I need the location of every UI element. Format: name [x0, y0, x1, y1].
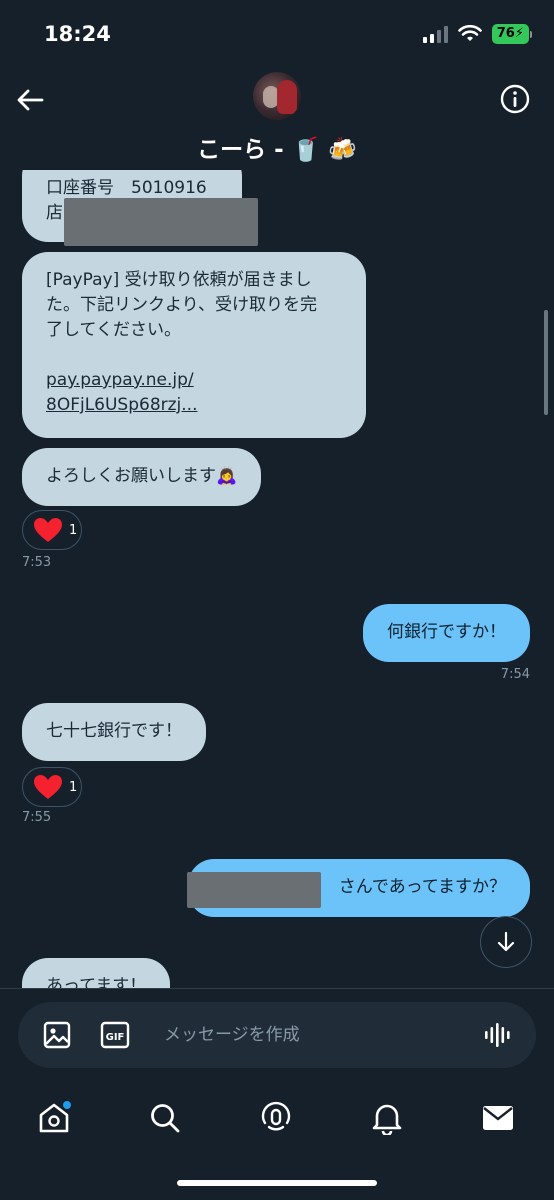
notification-dot [63, 1101, 71, 1109]
home-indicator [177, 1180, 377, 1186]
status-time: 18:24 [44, 22, 111, 46]
wifi-icon [457, 25, 482, 41]
message-list[interactable]: 口座番号 5010916 店 [PayPay] 受け取り依頼が届きまし た。下記… [0, 170, 554, 988]
contact-name[interactable]: こーら - 🥤 🍻 [0, 130, 554, 164]
heart-reaction[interactable]: 1 [22, 510, 82, 550]
voice-icon [485, 1023, 510, 1047]
heart-reaction[interactable]: 1 [22, 767, 82, 807]
search-icon [151, 1104, 180, 1133]
message-text: 了してください。 [46, 320, 181, 340]
message-composer: GIF [18, 1002, 536, 1068]
battery-icon: 76⚡ [491, 24, 532, 44]
message-timestamp: 7:53 [22, 555, 52, 570]
avatar[interactable] [253, 72, 301, 120]
tab-notifications[interactable] [367, 1098, 407, 1138]
paypay-link[interactable]: 8OFjL6USp68rzj... [46, 393, 342, 418]
scroll-to-bottom-button[interactable] [480, 916, 532, 968]
back-button[interactable] [12, 82, 48, 118]
bell-icon [372, 1104, 402, 1135]
tab-spaces[interactable] [256, 1098, 296, 1138]
gif-label: GIF [106, 1032, 125, 1043]
message-bubble-incoming[interactable]: よろしくお願いします🙇‍♀️ [22, 448, 262, 506]
status-icons: 76⚡ [422, 24, 532, 44]
redaction-block [187, 872, 321, 908]
message-bubble-outgoing[interactable]: 何銀行ですか！ [363, 604, 530, 662]
message-timestamp: 7:55 [22, 810, 52, 825]
message-text: [PayPay] 受け取り依頼が届きまし [46, 270, 312, 290]
message-text-part: 店 [46, 203, 63, 223]
message-bubble-incoming[interactable]: 七十七銀行です！ [22, 703, 206, 761]
arrow-down-icon [497, 931, 515, 952]
spaces-icon [261, 1101, 291, 1131]
heart-icon [34, 775, 62, 799]
message-text: よろしくお願いします🙇‍♀️ [46, 466, 238, 486]
message-text: あってます！ [46, 976, 147, 988]
redaction-block [64, 198, 258, 246]
image-icon [43, 1021, 71, 1049]
home-icon [39, 1101, 71, 1133]
add-gif-button[interactable]: GIF [100, 1020, 130, 1050]
info-button[interactable] [500, 84, 530, 114]
message-bubble-incoming[interactable]: [PayPay] 受け取り依頼が届きまし た。下記リンクより、受け取りを完 了し… [22, 252, 366, 438]
tab-search[interactable] [145, 1098, 185, 1138]
info-icon [500, 84, 530, 114]
reaction-count: 1 [69, 779, 78, 795]
gif-icon: GIF [100, 1021, 130, 1049]
tab-home[interactable] [34, 1098, 74, 1138]
tab-messages[interactable] [478, 1098, 518, 1138]
message-text: 七十七銀行です！ [46, 721, 182, 741]
message-text: 何銀行ですか！ [387, 622, 506, 642]
message-timestamp: 7:54 [500, 667, 530, 682]
back-arrow-icon [17, 89, 44, 111]
add-image-button[interactable] [42, 1020, 72, 1050]
battery-level: 76 [496, 26, 515, 41]
conversation-header: こーら - 🥤 🍻 [0, 60, 554, 170]
message-bubble-incoming[interactable]: あってます！ [22, 958, 171, 988]
paypay-link[interactable]: pay.paypay.ne.jp/ [46, 368, 342, 393]
scrollbar-thumb[interactable] [544, 310, 548, 415]
message-text: た。下記リンクより、受け取りを完 [46, 295, 317, 315]
message-text: さんであってますか？ [338, 877, 506, 897]
message-input[interactable] [164, 1014, 464, 1056]
cellular-signal-icon [422, 25, 448, 43]
voice-message-button[interactable] [482, 1020, 512, 1050]
heart-icon [34, 518, 62, 542]
bottom-tab-bar [0, 1080, 554, 1160]
mail-icon [483, 1106, 513, 1130]
reaction-count: 1 [69, 522, 78, 538]
composer-divider [0, 988, 554, 989]
